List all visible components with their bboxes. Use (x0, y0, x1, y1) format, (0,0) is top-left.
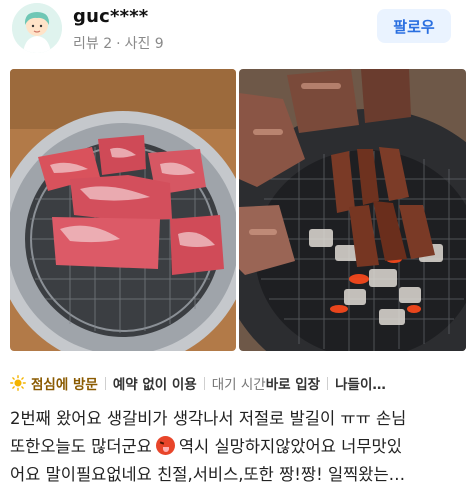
tag-label: 예약 없이 이용 (112, 377, 197, 393)
tag-wait-time[interactable]: 대기 시간 바로 입장 (212, 373, 320, 393)
sun-icon (10, 375, 26, 391)
visit-info-tags: 점심에 방문 예약 없이 이용 대기 시간 바로 입장 나들이… (10, 372, 468, 394)
reviewer-stats: 리뷰 2 · 사진 9 (73, 36, 164, 52)
review-header: guc**** 리뷰 2 · 사진 9 팔로우 (0, 0, 468, 62)
user-avatar-icon (12, 3, 62, 53)
tag-lunch-visit[interactable]: 점심에 방문 (10, 373, 98, 393)
tag-label: 점심에 방문 (31, 377, 98, 393)
photo-raw-galbi-on-grill[interactable] (10, 69, 236, 351)
tag-divider (203, 376, 205, 390)
review-text-segment: 또한오늘도 많더군요 (10, 437, 152, 456)
username[interactable]: guc**** (73, 6, 148, 27)
photo-image (239, 69, 466, 351)
squinting-face-tongue-icon (155, 436, 175, 455)
review-text-segment: 역시 실망하지않았어요 너무맛있 (178, 437, 402, 456)
avatar[interactable] (12, 3, 62, 53)
tag-label: 나들이… (335, 377, 386, 393)
tag-divider (104, 376, 106, 390)
tag-divider (327, 376, 329, 390)
photo-gallery (0, 69, 468, 351)
photo-galbi-grilling-on-charcoal[interactable] (239, 69, 466, 351)
tag-prefix: 대기 시간 (211, 377, 266, 393)
review-body[interactable]: 2번째 왔어요 생갈비가 생각나서 저절로 발길이 ㅠㅠ 손님 또한오늘도 많더… (10, 405, 458, 489)
tag-no-reservation[interactable]: 예약 없이 이용 (113, 373, 197, 393)
review-text-line: 어요 말이필요없네요 친절,서비스,또한 짱!짱! 일찍왔는… (10, 465, 406, 484)
follow-button[interactable]: 팔로우 (377, 9, 451, 43)
tag-label: 바로 입장 (265, 377, 321, 393)
photo-image (10, 69, 236, 351)
tag-outing[interactable]: 나들이… (335, 373, 386, 393)
review-text-line: 또한오늘도 많더군요 역시 실망하지않았어요 너무맛있 (10, 433, 458, 461)
review-text-line: 2번째 왔어요 생갈비가 생각나서 저절로 발길이 ㅠㅠ 손님 (10, 409, 407, 428)
review-count: 리뷰 2 (73, 36, 113, 52)
photo-count: 사진 9 (124, 36, 164, 52)
